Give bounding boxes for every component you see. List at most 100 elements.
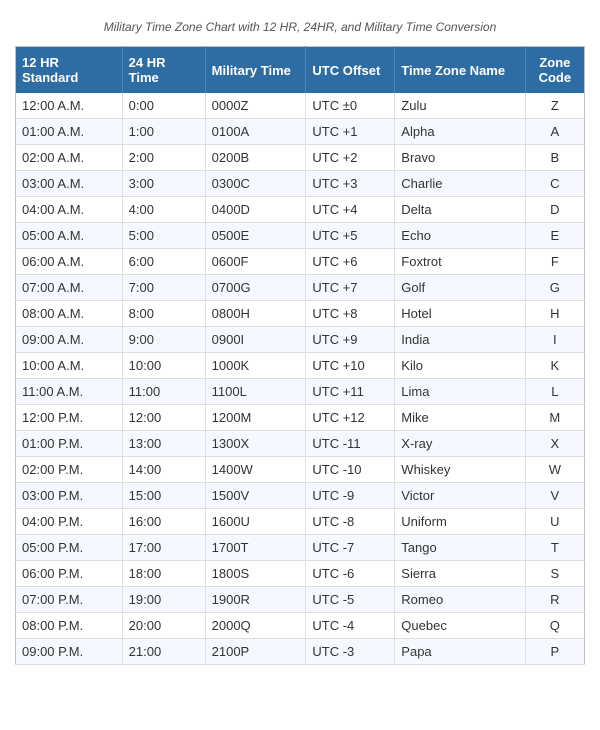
cell-zone-code: I xyxy=(525,327,584,353)
page-subtitle: Military Time Zone Chart with 12 HR, 24H… xyxy=(15,20,585,34)
cell-24hr: 8:00 xyxy=(122,301,205,327)
cell-12hr: 07:00 P.M. xyxy=(16,587,123,613)
table-row: 07:00 A.M.7:000700GUTC +7GolfG xyxy=(16,275,585,301)
cell-12hr: 07:00 A.M. xyxy=(16,275,123,301)
cell-military: 1200M xyxy=(205,405,306,431)
cell-24hr: 9:00 xyxy=(122,327,205,353)
cell-zone-code: X xyxy=(525,431,584,457)
table-row: 07:00 P.M.19:001900RUTC -5RomeoR xyxy=(16,587,585,613)
cell-military: 0500E xyxy=(205,223,306,249)
cell-timezone-name: Bravo xyxy=(395,145,525,171)
cell-timezone-name: Alpha xyxy=(395,119,525,145)
cell-zone-code: M xyxy=(525,405,584,431)
cell-24hr: 1:00 xyxy=(122,119,205,145)
cell-timezone-name: Victor xyxy=(395,483,525,509)
cell-military: 1500V xyxy=(205,483,306,509)
table-row: 02:00 A.M.2:000200BUTC +2BravoB xyxy=(16,145,585,171)
cell-zone-code: L xyxy=(525,379,584,405)
cell-zone-code: S xyxy=(525,561,584,587)
cell-12hr: 08:00 P.M. xyxy=(16,613,123,639)
cell-timezone-name: Hotel xyxy=(395,301,525,327)
cell-military: 0300C xyxy=(205,171,306,197)
cell-24hr: 7:00 xyxy=(122,275,205,301)
cell-zone-code: R xyxy=(525,587,584,613)
cell-24hr: 15:00 xyxy=(122,483,205,509)
cell-12hr: 09:00 A.M. xyxy=(16,327,123,353)
cell-military: 2000Q xyxy=(205,613,306,639)
cell-utc: UTC -4 xyxy=(306,613,395,639)
cell-utc: UTC +3 xyxy=(306,171,395,197)
cell-military: 1300X xyxy=(205,431,306,457)
cell-zone-code: V xyxy=(525,483,584,509)
cell-12hr: 02:00 P.M. xyxy=(16,457,123,483)
cell-utc: UTC +1 xyxy=(306,119,395,145)
cell-utc: UTC -3 xyxy=(306,639,395,665)
table-row: 12:00 P.M.12:001200MUTC +12MikeM xyxy=(16,405,585,431)
table-row: 01:00 A.M.1:000100AUTC +1AlphaA xyxy=(16,119,585,145)
cell-24hr: 20:00 xyxy=(122,613,205,639)
cell-24hr: 4:00 xyxy=(122,197,205,223)
cell-12hr: 03:00 P.M. xyxy=(16,483,123,509)
header-military: Military Time xyxy=(205,47,306,94)
time-zone-table: 12 HR Standard 24 HR Time Military Time … xyxy=(15,46,585,665)
cell-12hr: 09:00 P.M. xyxy=(16,639,123,665)
cell-24hr: 17:00 xyxy=(122,535,205,561)
cell-military: 1600U xyxy=(205,509,306,535)
table-row: 11:00 A.M.11:001100LUTC +11LimaL xyxy=(16,379,585,405)
cell-utc: UTC +12 xyxy=(306,405,395,431)
cell-timezone-name: Lima xyxy=(395,379,525,405)
cell-utc: UTC +5 xyxy=(306,223,395,249)
cell-zone-code: W xyxy=(525,457,584,483)
cell-zone-code: E xyxy=(525,223,584,249)
table-row: 04:00 A.M.4:000400DUTC +4DeltaD xyxy=(16,197,585,223)
cell-utc: UTC +2 xyxy=(306,145,395,171)
cell-utc: UTC -11 xyxy=(306,431,395,457)
cell-24hr: 21:00 xyxy=(122,639,205,665)
cell-zone-code: Q xyxy=(525,613,584,639)
cell-timezone-name: Delta xyxy=(395,197,525,223)
cell-zone-code: A xyxy=(525,119,584,145)
cell-12hr: 04:00 P.M. xyxy=(16,509,123,535)
cell-24hr: 0:00 xyxy=(122,93,205,119)
cell-24hr: 6:00 xyxy=(122,249,205,275)
cell-zone-code: B xyxy=(525,145,584,171)
cell-military: 0200B xyxy=(205,145,306,171)
cell-zone-code: F xyxy=(525,249,584,275)
cell-zone-code: H xyxy=(525,301,584,327)
cell-utc: UTC -5 xyxy=(306,587,395,613)
cell-24hr: 11:00 xyxy=(122,379,205,405)
cell-utc: UTC +6 xyxy=(306,249,395,275)
cell-zone-code: G xyxy=(525,275,584,301)
table-row: 10:00 A.M.10:001000KUTC +10KiloK xyxy=(16,353,585,379)
cell-timezone-name: Echo xyxy=(395,223,525,249)
cell-zone-code: K xyxy=(525,353,584,379)
cell-24hr: 13:00 xyxy=(122,431,205,457)
cell-timezone-name: India xyxy=(395,327,525,353)
cell-24hr: 5:00 xyxy=(122,223,205,249)
cell-utc: UTC -8 xyxy=(306,509,395,535)
table-row: 06:00 P.M.18:001800SUTC -6SierraS xyxy=(16,561,585,587)
table-row: 03:00 A.M.3:000300CUTC +3CharlieC xyxy=(16,171,585,197)
table-row: 12:00 A.M.0:000000ZUTC ±0ZuluZ xyxy=(16,93,585,119)
cell-12hr: 05:00 A.M. xyxy=(16,223,123,249)
cell-12hr: 06:00 P.M. xyxy=(16,561,123,587)
cell-timezone-name: Whiskey xyxy=(395,457,525,483)
cell-timezone-name: Uniform xyxy=(395,509,525,535)
table-row: 09:00 A.M.9:000900IUTC +9IndiaI xyxy=(16,327,585,353)
cell-utc: UTC +10 xyxy=(306,353,395,379)
cell-military: 0000Z xyxy=(205,93,306,119)
cell-military: 2100P xyxy=(205,639,306,665)
cell-utc: UTC -10 xyxy=(306,457,395,483)
header-24hr: 24 HR Time xyxy=(122,47,205,94)
cell-utc: UTC +11 xyxy=(306,379,395,405)
cell-utc: UTC -6 xyxy=(306,561,395,587)
table-row: 04:00 P.M.16:001600UUTC -8UniformU xyxy=(16,509,585,535)
cell-24hr: 10:00 xyxy=(122,353,205,379)
cell-utc: UTC +9 xyxy=(306,327,395,353)
cell-military: 1900R xyxy=(205,587,306,613)
table-row: 08:00 A.M.8:000800HUTC +8HotelH xyxy=(16,301,585,327)
cell-12hr: 08:00 A.M. xyxy=(16,301,123,327)
cell-zone-code: P xyxy=(525,639,584,665)
cell-utc: UTC -7 xyxy=(306,535,395,561)
cell-12hr: 12:00 P.M. xyxy=(16,405,123,431)
